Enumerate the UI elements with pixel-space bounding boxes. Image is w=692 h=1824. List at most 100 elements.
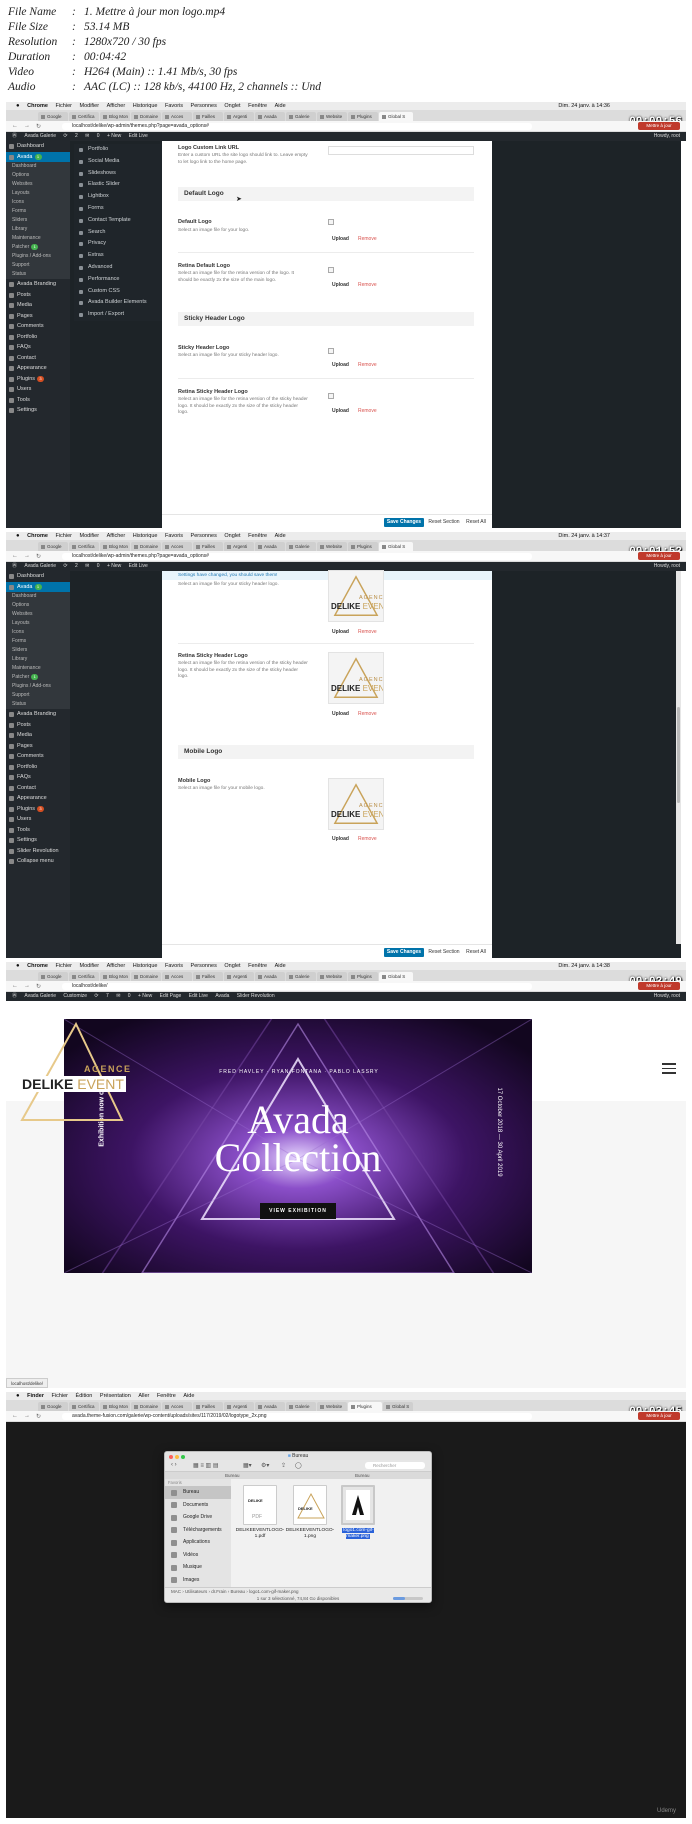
menu-modifier[interactable]: Modifier xyxy=(80,102,100,110)
tab[interactable]: Failles xyxy=(193,542,223,551)
panel-scrollbar[interactable] xyxy=(676,571,681,944)
sidebar-item[interactable]: Appearance xyxy=(6,793,70,804)
finder-sidebar-item[interactable]: Musique xyxy=(165,1561,231,1574)
tab[interactable]: Plugins xyxy=(348,972,378,981)
finder-sidebar-item[interactable]: Images xyxy=(165,1574,231,1587)
options-menu-item[interactable]: Import / Export xyxy=(74,309,162,321)
menu-onglet[interactable]: Onglet xyxy=(224,102,240,110)
sidebar-item[interactable]: Portfolio xyxy=(6,762,70,773)
sidebar-item[interactable]: Tools xyxy=(6,825,70,836)
tab-active[interactable]: Global S xyxy=(379,542,413,551)
menu-edition[interactable]: Édition xyxy=(76,1392,93,1400)
comments-icon[interactable]: ✉ 0 xyxy=(85,562,99,571)
sidebar-item[interactable]: Avada Branding xyxy=(6,279,70,290)
reset-all-button[interactable]: Reset All xyxy=(464,948,488,957)
menu-fenetre[interactable]: Fenêtre xyxy=(248,102,267,110)
sidebar-subitem[interactable]: Forms xyxy=(6,637,70,646)
tab[interactable]: Acces xyxy=(162,542,192,551)
options-menu-item[interactable]: Portfolio xyxy=(74,144,162,156)
forward-icon[interactable]: → xyxy=(24,123,30,129)
sidebar-item[interactable]: Avada 1 xyxy=(6,151,70,162)
sidebar-item[interactable]: FAQs xyxy=(6,342,70,353)
sidebar-item[interactable]: Contact xyxy=(6,353,70,364)
comments-icon[interactable]: ✉ 0 xyxy=(116,992,130,1001)
menu-modifier[interactable]: Modifier xyxy=(80,532,100,540)
menu-historique[interactable]: Historique xyxy=(133,962,158,970)
reset-section-button[interactable]: Reset Section xyxy=(426,948,462,957)
new-link[interactable]: + New xyxy=(107,562,121,571)
menu-aller[interactable]: Aller xyxy=(138,1392,149,1400)
sidebar-item[interactable]: Media xyxy=(6,730,70,741)
menu-historique[interactable]: Historique xyxy=(133,532,158,540)
remove-button[interactable]: Remove xyxy=(358,836,377,842)
upload-button[interactable]: Upload xyxy=(332,362,349,368)
tab[interactable]: Acces xyxy=(162,972,192,981)
options-menu-item[interactable]: Avada Builder Elements xyxy=(74,297,162,309)
tab[interactable]: Plugins xyxy=(348,112,378,121)
action-icon[interactable]: ⚙▾ xyxy=(261,1462,269,1469)
url-input[interactable]: localhost/delike/wp-admin/themes.php?pag… xyxy=(62,553,532,560)
sidebar-subitem[interactable]: Library xyxy=(6,655,70,664)
finder-search-input[interactable]: Rechercher xyxy=(365,1462,425,1469)
tab[interactable]: Google xyxy=(38,112,68,121)
options-menu-item[interactable]: Slideshows xyxy=(74,168,162,180)
remove-button[interactable]: Remove xyxy=(358,629,377,635)
sidebar-subitem[interactable]: Library xyxy=(6,225,70,234)
sidebar-subitem[interactable]: Layouts xyxy=(6,189,70,198)
sidebar-item[interactable]: Comments xyxy=(6,751,70,762)
options-menu-item[interactable]: Search xyxy=(74,227,162,239)
tab[interactable]: Argenti xyxy=(224,542,254,551)
sidebar-subitem[interactable]: Patcher 1 xyxy=(6,673,70,682)
sidebar-item[interactable]: Avada 1 xyxy=(6,581,70,592)
sidebar-subitem[interactable]: Dashboard xyxy=(6,592,70,601)
apple-icon[interactable]: ● xyxy=(16,962,20,970)
minimize-dot[interactable] xyxy=(175,1455,179,1459)
sidebar-item[interactable]: Plugins 3 xyxy=(6,804,70,815)
tab[interactable]: Domaine xyxy=(131,112,161,121)
wp-logo-icon[interactable]: Ⓦ xyxy=(12,562,17,571)
back-icon[interactable]: ← xyxy=(12,1413,18,1419)
menu-fichier[interactable]: Fichier xyxy=(55,532,72,540)
sidebar-item[interactable]: Dashboard xyxy=(6,571,70,582)
sidebar-subitem[interactable]: Layouts xyxy=(6,619,70,628)
tab[interactable]: Google xyxy=(38,972,68,981)
remove-button[interactable]: Remove xyxy=(358,711,377,717)
tab[interactable]: Avada xyxy=(255,542,285,551)
collapse-menu-button[interactable]: Collapse menu xyxy=(6,856,70,867)
tab[interactable]: Avada xyxy=(255,1402,285,1411)
file-item-pdf[interactable]: DELIKE PDF DELIKEEVENTLOGO-1.pdf xyxy=(235,1485,285,1545)
site-name-link[interactable]: Avada Galerie xyxy=(24,132,56,141)
tab[interactable]: Galerie xyxy=(286,112,316,121)
options-menu-item[interactable]: Performance xyxy=(74,274,162,286)
menu-personnes[interactable]: Personnes xyxy=(191,532,217,540)
howdy-user[interactable]: Howdy, root xyxy=(654,992,680,1001)
tab[interactable]: Domaine xyxy=(131,972,161,981)
tab[interactable]: Website xyxy=(317,112,347,121)
sidebar-subitem[interactable]: Support xyxy=(6,691,70,700)
menu-afficher[interactable]: Afficher xyxy=(107,532,126,540)
howdy-user[interactable]: Howdy, root xyxy=(654,132,680,141)
tab[interactable]: Galerie xyxy=(286,542,316,551)
sidebar-subitem[interactable]: Options xyxy=(6,171,70,180)
tab[interactable]: Website xyxy=(317,542,347,551)
tab[interactable]: Website xyxy=(317,972,347,981)
upload-button[interactable]: Upload xyxy=(332,408,349,414)
tab[interactable]: Argenti xyxy=(224,972,254,981)
zoom-dot[interactable] xyxy=(181,1455,185,1459)
menu-afficher[interactable]: Afficher xyxy=(107,102,126,110)
view-exhibition-button[interactable]: VIEW EXHIBITION xyxy=(260,1203,336,1219)
sidebar-subitem[interactable]: Plugins / Add-ons xyxy=(6,682,70,691)
options-menu-item[interactable]: Elastic Slider xyxy=(74,179,162,191)
menu-onglet[interactable]: Onglet xyxy=(224,962,240,970)
menu-personnes[interactable]: Personnes xyxy=(191,102,217,110)
scrollbar-thumb[interactable] xyxy=(677,707,680,803)
tab[interactable]: Avada xyxy=(255,972,285,981)
options-menu-item[interactable]: Advanced xyxy=(74,262,162,274)
menu-fichier[interactable]: Fichier xyxy=(55,962,72,970)
menu-fenetre[interactable]: Fenêtre xyxy=(248,962,267,970)
menu-fenetre[interactable]: Fenêtre xyxy=(157,1392,176,1400)
view-mode-icon[interactable]: ▦ ≡ ▥ ▤ xyxy=(193,1462,219,1469)
menu-fichier[interactable]: Fichier xyxy=(55,102,72,110)
edit-live-link[interactable]: Edit Live xyxy=(129,562,148,571)
back-icon[interactable]: ← xyxy=(12,123,18,129)
